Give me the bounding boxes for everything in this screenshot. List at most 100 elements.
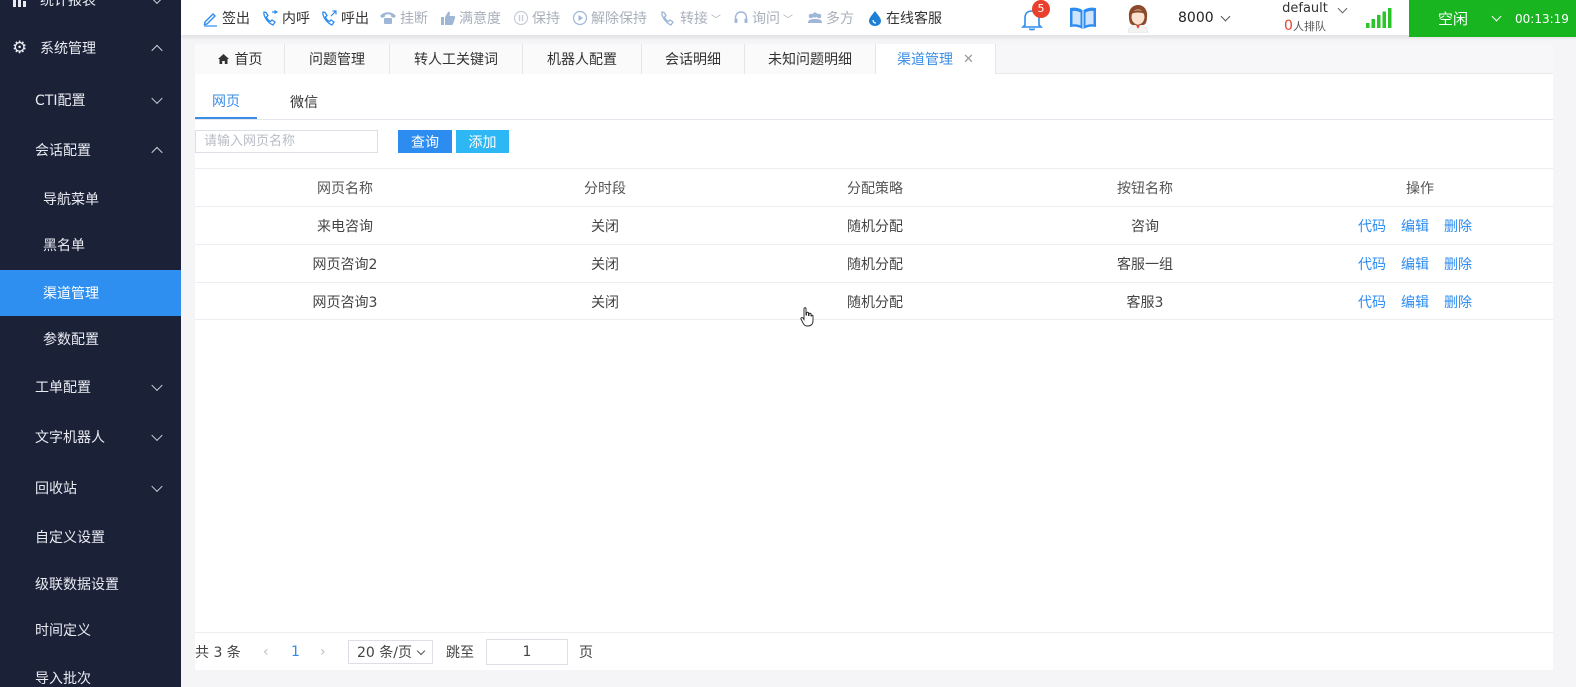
sidebar-item-channel-management[interactable]: 渠道管理 [0,270,181,316]
close-icon[interactable]: ✕ [963,52,974,67]
satisfaction-button[interactable]: 满意度 [440,0,501,36]
tab-session-details[interactable]: 会话明细 [642,44,745,74]
column-header: 网页名称 [317,181,373,197]
sidebar-item-custom-settings[interactable]: 自定义设置 [0,514,181,560]
sidebar-item-cti[interactable]: CTI配置 [0,77,181,123]
sidebar-item-ticket-config[interactable]: 工单配置 [0,364,181,410]
subtab-wechat[interactable]: 微信 [273,84,335,119]
total-count: 共 3 条 [195,645,241,661]
sidebar-item-label: 渠道管理 [43,286,99,302]
sidebar: 统计报表 ⚙ 系统管理 CTI配置 会话配置 导航菜单 黑名单 渠道管理 参数配… [0,0,181,687]
play-icon [572,10,588,26]
delete-link[interactable]: 删除 [1444,292,1472,312]
page-tabs: 首页 问题管理 转人工关键词 机器人配置 会话明细 未知问题明细 渠道管理 ✕ [195,44,1553,74]
tab-robot-config[interactable]: 机器人配置 [523,44,642,74]
sidebar-item-import-batch[interactable]: 导入批次 [0,655,181,687]
unhold-label: 解除保持 [591,11,647,27]
consult-button[interactable]: 询问 ﹀ [733,0,793,36]
delete-link[interactable]: 删除 [1444,216,1472,236]
sidebar-item-time-definition[interactable]: 时间定义 [0,607,181,653]
main-content: 首页 问题管理 转人工关键词 机器人配置 会话明细 未知问题明细 渠道管理 ✕ … [195,44,1553,670]
sidebar-item-label: 系统管理 [40,41,96,57]
sidebar-item-text-robot[interactable]: 文字机器人 [0,414,181,460]
sidebar-item-recycle-bin[interactable]: 回收站 [0,465,181,511]
table-header: 网页名称 分时段 分配策略 按钮名称 操作 [195,168,1553,206]
edit-link[interactable]: 编辑 [1401,292,1429,312]
tab-unknown-questions[interactable]: 未知问题明细 [745,44,876,74]
tab-label: 首页 [234,52,263,68]
sidebar-item-label: 时间定义 [35,623,91,639]
hold-button[interactable]: 保持 [513,0,560,36]
chevron-down-icon: ﹀ [783,14,793,26]
unhold-button[interactable]: 解除保持 [572,0,647,36]
tab-label: 转人工关键词 [414,52,498,68]
chevron-up-icon [151,146,163,159]
internal-call-button[interactable]: 内呼 [261,0,310,36]
sidebar-item-session-config[interactable]: 会话配置 [0,127,181,173]
jump-page-input[interactable]: 1 [486,639,568,665]
online-service-button[interactable]: 在线客服 [867,0,942,36]
tab-label: 未知问题明细 [768,52,852,68]
next-page-icon[interactable]: › [320,633,326,671]
tab-channel-management[interactable]: 渠道管理 ✕ [876,44,996,74]
sidebar-item-label: 自定义设置 [35,530,105,546]
book-icon[interactable] [1068,5,1098,31]
hang-up-button[interactable]: 挂断 [379,0,428,36]
queue-count: 0 [1284,18,1293,34]
sidebar-item-label: 导航菜单 [43,192,99,208]
avatar[interactable] [1125,3,1151,33]
jump-input-wrap: 1 [486,633,568,671]
query-button[interactable]: 查询 [398,130,452,153]
hand-cursor-icon [800,307,814,327]
chevron-down-icon [151,480,163,493]
sidebar-item-params[interactable]: 参数配置 [0,316,181,362]
delete-link[interactable]: 删除 [1444,254,1472,274]
chevron-down-icon [1220,11,1231,21]
cell-button-name: 咨询 [1131,219,1159,235]
page-size-label: 20 条/页 [357,645,412,661]
tab-home[interactable]: 首页 [195,44,285,74]
sidebar-item-cascade-data[interactable]: 级联数据设置 [0,561,181,607]
edit-link[interactable]: 编辑 [1401,216,1429,236]
table-row: 网页咨询3 关闭 随机分配 客服3 代码 编辑 删除 [195,282,1553,320]
pen-icon [203,12,217,27]
telephone-icon [380,12,396,24]
consult-label: 询问 [752,11,780,27]
sidebar-item-reports[interactable]: 统计报表 [0,0,181,23]
phone-transfer-icon [661,10,674,26]
add-button[interactable]: 添加 [456,130,509,153]
queue-info[interactable]: default 0人排队 [1265,1,1345,36]
page-size-selector[interactable]: 20 条/页 [348,633,433,671]
queue-name: default [1282,1,1328,16]
edit-link[interactable]: 编辑 [1401,254,1429,274]
tab-label: 会话明细 [665,52,721,68]
page-number-current[interactable]: 1 [291,633,300,671]
code-link[interactable]: 代码 [1358,292,1386,312]
sidebar-item-system[interactable]: ⚙ 系统管理 [0,25,181,71]
code-link[interactable]: 代码 [1358,254,1386,274]
row-actions: 代码 编辑 删除 [1358,207,1487,245]
conference-label: 多方 [826,11,854,27]
page-size-box[interactable]: 20 条/页 [348,640,433,664]
agent-status[interactable]: 空闲 00:13:19 [1409,0,1576,37]
extension-selector[interactable]: 8000 [1178,0,1231,36]
chevron-down-icon[interactable] [1491,11,1502,22]
cell-strategy: 随机分配 [847,219,903,235]
sign-out-button[interactable]: 签出 [202,0,250,36]
sidebar-item-label: 统计报表 [40,0,96,9]
outbound-call-button[interactable]: 呼出 [320,0,369,36]
subtab-web[interactable]: 网页 [195,84,257,119]
code-link[interactable]: 代码 [1358,216,1386,236]
sidebar-item-nav-menu[interactable]: 导航菜单 [0,176,181,222]
tab-question-management[interactable]: 问题管理 [285,44,390,74]
search-input[interactable] [195,130,378,153]
conference-button[interactable]: 多方 [807,0,854,36]
cell-strategy: 随机分配 [847,257,903,273]
transfer-button[interactable]: 转接 ﹀ [659,0,721,36]
sidebar-item-blacklist[interactable]: 黑名单 [0,222,181,268]
sidebar-item-label: 会话配置 [35,143,91,159]
prev-page-icon[interactable]: ‹ [263,633,269,671]
tab-transfer-keywords[interactable]: 转人工关键词 [390,44,523,74]
group-icon [808,12,822,23]
chevron-up-icon [151,44,163,57]
